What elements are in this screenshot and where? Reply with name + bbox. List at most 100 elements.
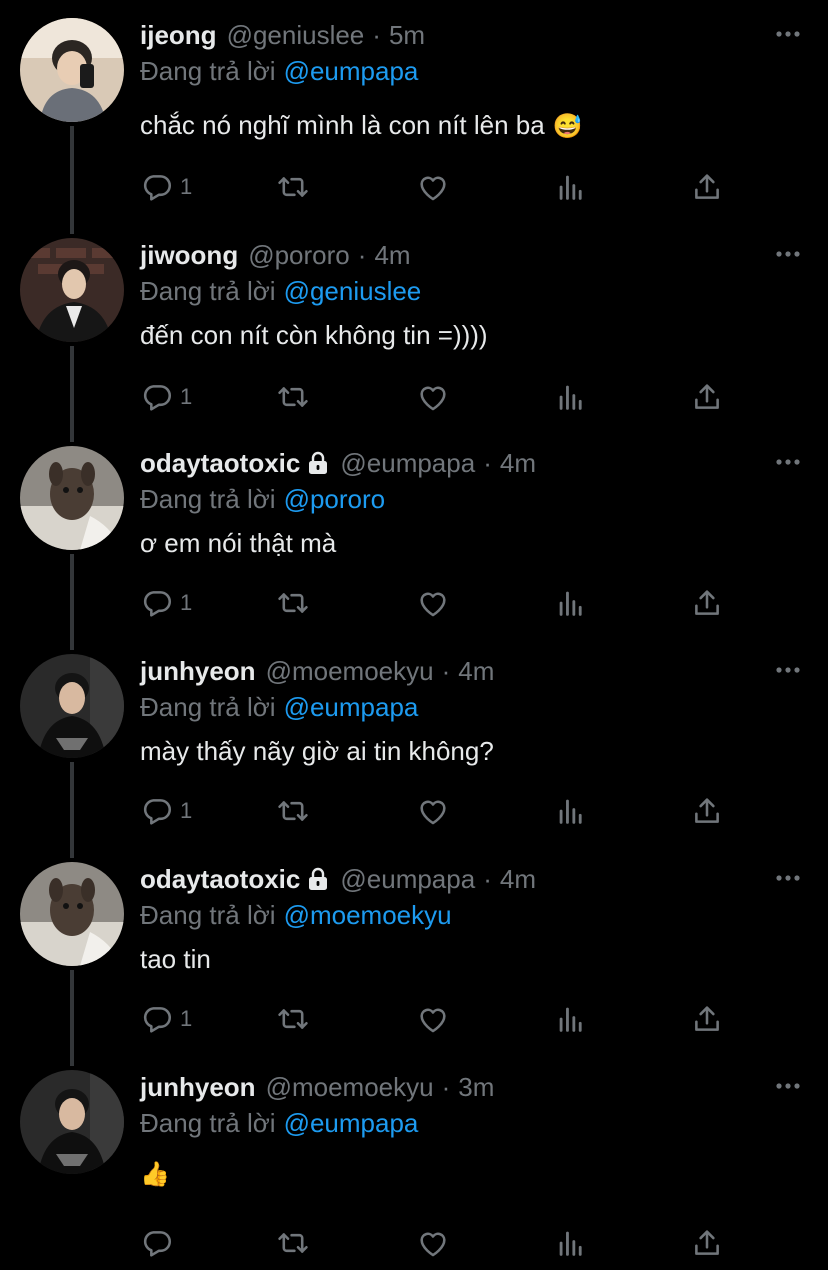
- share-icon: [690, 586, 724, 620]
- share-button[interactable]: [690, 1002, 724, 1036]
- analytics-button[interactable]: [554, 1226, 588, 1260]
- avatar[interactable]: [20, 18, 124, 122]
- avatar-photo: [20, 238, 124, 342]
- analytics-icon: [554, 1002, 588, 1036]
- analytics-button[interactable]: [554, 380, 588, 414]
- reply-count: 1: [180, 174, 193, 199]
- mention-link[interactable]: @eumpapa: [284, 56, 419, 86]
- replying-to: Đang trả lời @eumpapa: [140, 692, 418, 723]
- share-icon: [690, 170, 724, 204]
- timestamp[interactable]: 4m: [374, 240, 410, 271]
- share-button[interactable]: [690, 586, 724, 620]
- timestamp[interactable]: 4m: [500, 864, 536, 895]
- like-icon: [416, 1226, 450, 1260]
- reply-button[interactable]: [140, 1226, 174, 1260]
- tweet-text: ơ em nói thật mà: [140, 528, 336, 559]
- timestamp[interactable]: 5m: [389, 20, 425, 51]
- like-button[interactable]: [416, 586, 450, 620]
- retweet-button[interactable]: [276, 1002, 310, 1036]
- reply-icon: [140, 1226, 174, 1260]
- lock-icon: [306, 450, 330, 476]
- emoji: 👍: [140, 1161, 170, 1188]
- more-icon[interactable]: [774, 1076, 802, 1096]
- retweet-button[interactable]: [276, 794, 310, 828]
- display-name[interactable]: odaytaotoxic: [140, 864, 300, 895]
- avatar[interactable]: [20, 238, 124, 342]
- reply-icon: [140, 380, 174, 414]
- timestamp[interactable]: 3m: [458, 1072, 494, 1103]
- retweet-icon: [276, 170, 310, 204]
- reply-button[interactable]: 1: [140, 586, 192, 620]
- like-button[interactable]: [416, 380, 450, 414]
- analytics-button[interactable]: [554, 1002, 588, 1036]
- more-icon[interactable]: [774, 452, 802, 472]
- mention-link[interactable]: @eumpapa: [284, 1108, 419, 1138]
- analytics-button[interactable]: [554, 794, 588, 828]
- display-name[interactable]: junhyeon: [140, 656, 256, 687]
- tweet-header: junhyeon @moemoekyu · 4m: [140, 654, 494, 688]
- retweet-icon: [276, 794, 310, 828]
- separator-dot: ·: [441, 655, 451, 686]
- tweet[interactable]: junhyeon @moemoekyu · 3m Đang trả lời @eumpap…: [0, 1070, 828, 1270]
- replying-to-label: Đang trả lời: [140, 276, 276, 306]
- reply-count: 1: [180, 1006, 193, 1031]
- mention-link[interactable]: @eumpapa: [284, 692, 419, 722]
- reply-button[interactable]: 1: [140, 380, 192, 414]
- avatar[interactable]: [20, 1070, 124, 1174]
- more-icon[interactable]: [774, 24, 802, 44]
- tweet[interactable]: odaytaotoxic @eumpapa · 4m Đang trả lời @poro…: [0, 446, 828, 646]
- like-button[interactable]: [416, 1002, 450, 1036]
- display-name[interactable]: odaytaotoxic: [140, 448, 300, 479]
- avatar-photo: [20, 862, 124, 966]
- reply-button[interactable]: 1: [140, 170, 192, 204]
- display-name[interactable]: jiwoong: [140, 240, 238, 271]
- tweet-text: mày thấy nãy giờ ai tin không?: [140, 736, 494, 767]
- user-handle[interactable]: @eumpapa: [340, 864, 475, 895]
- user-handle[interactable]: @pororo: [248, 240, 350, 271]
- reply-icon: [140, 170, 174, 204]
- like-button[interactable]: [416, 794, 450, 828]
- analytics-button[interactable]: [554, 586, 588, 620]
- more-icon[interactable]: [774, 660, 802, 680]
- more-icon[interactable]: [774, 244, 802, 264]
- display-name[interactable]: ijeong: [140, 20, 217, 51]
- user-handle[interactable]: @geniuslee: [227, 20, 365, 51]
- tweet-actions: 1: [140, 586, 740, 620]
- mention-link[interactable]: @geniuslee: [284, 276, 422, 306]
- display-name[interactable]: junhyeon: [140, 1072, 256, 1103]
- more-icon[interactable]: [774, 868, 802, 888]
- user-handle[interactable]: @moemoekyu: [266, 1072, 434, 1103]
- analytics-button[interactable]: [554, 170, 588, 204]
- like-button[interactable]: [416, 170, 450, 204]
- timestamp[interactable]: 4m: [458, 656, 494, 687]
- reply-button[interactable]: 1: [140, 1002, 192, 1036]
- tweet[interactable]: junhyeon @moemoekyu · 4m Đang trả lời @eumpap…: [0, 654, 828, 854]
- timestamp[interactable]: 4m: [500, 448, 536, 479]
- reply-button[interactable]: 1: [140, 794, 192, 828]
- share-button[interactable]: [690, 170, 724, 204]
- retweet-button[interactable]: [276, 586, 310, 620]
- user-handle[interactable]: @moemoekyu: [266, 656, 434, 687]
- like-button[interactable]: [416, 1226, 450, 1260]
- avatar[interactable]: [20, 654, 124, 758]
- mention-link[interactable]: @moemoekyu: [284, 900, 452, 930]
- avatar[interactable]: [20, 446, 124, 550]
- share-button[interactable]: [690, 794, 724, 828]
- tweet[interactable]: jiwoong @pororo · 4m Đang trả lời @geniuslee đ…: [0, 238, 828, 438]
- like-icon: [416, 380, 450, 414]
- retweet-button[interactable]: [276, 1226, 310, 1260]
- avatar[interactable]: [20, 862, 124, 966]
- tweet[interactable]: odaytaotoxic @eumpapa · 4m Đang trả lời @moem…: [0, 862, 828, 1062]
- retweet-icon: [276, 586, 310, 620]
- retweet-icon: [276, 380, 310, 414]
- share-button[interactable]: [690, 380, 724, 414]
- tweet-body: chắc nó nghĩ mình là con nít lên ba: [140, 110, 545, 140]
- tweet-actions: 1: [140, 170, 740, 204]
- mention-link[interactable]: @pororo: [284, 484, 386, 514]
- retweet-button[interactable]: [276, 380, 310, 414]
- tweet[interactable]: ijeong @geniuslee · 5m Đang trả lời @eumpapa c…: [0, 18, 828, 218]
- tweet-actions: [140, 1226, 740, 1260]
- retweet-button[interactable]: [276, 170, 310, 204]
- user-handle[interactable]: @eumpapa: [340, 448, 475, 479]
- share-button[interactable]: [690, 1226, 724, 1260]
